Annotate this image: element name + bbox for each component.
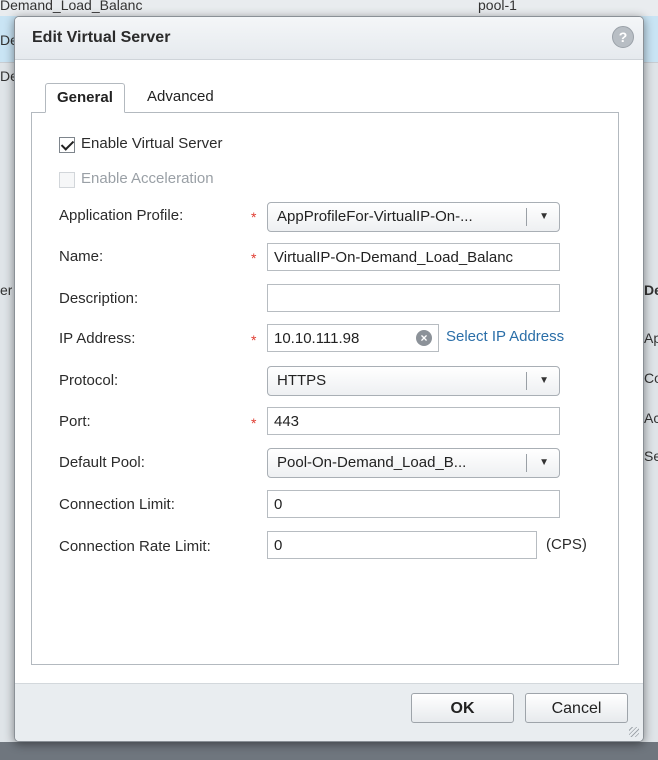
application-profile-select[interactable]: AppProfileFor-VirtualIP-On-... ▼ [267,202,560,232]
protocol-value: HTTPS [277,372,327,389]
ok-button[interactable]: OK [411,693,514,723]
port-input[interactable]: 443 [267,407,560,435]
dialog-title: Edit Virtual Server [32,29,171,46]
background-fragment: Se [644,448,658,464]
background-fragment: Ac [644,410,658,426]
connection-limit-input[interactable]: 0 [267,490,560,518]
description-label: Description: [59,290,139,307]
chevron-down-icon: ▼ [539,457,549,468]
default-pool-select[interactable]: Pool-On-Demand_Load_B... ▼ [267,448,560,478]
select-separator [526,372,527,390]
required-marker: * [251,415,257,431]
port-label: Port: [59,413,91,430]
select-separator [526,454,527,472]
enable-virtual-server-checkbox[interactable] [59,137,75,153]
tab-general[interactable]: General [45,83,125,113]
description-input[interactable] [267,284,560,312]
resize-grip-icon[interactable] [629,727,639,737]
select-separator [526,208,527,226]
background-fragment: Co [644,370,658,386]
clear-icon[interactable]: × [416,330,432,346]
protocol-select[interactable]: HTTPS ▼ [267,366,560,396]
cancel-button[interactable]: Cancel [525,693,628,723]
help-icon[interactable]: ? [612,26,634,48]
application-profile-label: Application Profile: [59,207,184,224]
cps-unit-label: (CPS) [546,536,587,553]
select-ip-address-link[interactable]: Select IP Address [446,328,564,345]
background-fragment: De [644,282,658,298]
tab-advanced[interactable]: Advanced [136,83,225,111]
edit-virtual-server-dialog: Edit Virtual Server ? General Advanced E… [14,16,644,742]
enable-virtual-server-label: Enable Virtual Server [81,135,223,152]
protocol-label: Protocol: [59,372,119,389]
required-marker: * [251,250,257,266]
background-footer [0,742,658,760]
connection-rate-limit-input[interactable]: 0 [267,531,537,559]
ip-address-label: IP Address: [59,330,136,347]
background-cell: pool-1 [478,0,517,13]
background-cell: Demand_Load_Balanc [0,0,143,13]
enable-acceleration-label: Enable Acceleration [81,170,214,187]
connection-rate-limit-label: Connection Rate Limit: [59,538,211,555]
enable-acceleration-checkbox [59,172,75,188]
dialog-titlebar: Edit Virtual Server ? [15,17,643,60]
background-fragment: Ap [644,330,658,346]
ip-address-input[interactable]: 10.10.111.98 [267,324,439,352]
name-input[interactable]: VirtualIP-On-Demand_Load_Balanc [267,243,560,271]
default-pool-label: Default Pool: [59,454,145,471]
required-marker: * [251,332,257,348]
connection-limit-label: Connection Limit: [59,496,175,513]
name-label: Name: [59,248,104,265]
required-marker: * [251,209,257,225]
chevron-down-icon: ▼ [539,211,549,222]
default-pool-value: Pool-On-Demand_Load_B... [277,454,467,471]
background-fragment: er [0,282,13,298]
application-profile-value: AppProfileFor-VirtualIP-On-... [277,208,473,225]
chevron-down-icon: ▼ [539,375,549,386]
